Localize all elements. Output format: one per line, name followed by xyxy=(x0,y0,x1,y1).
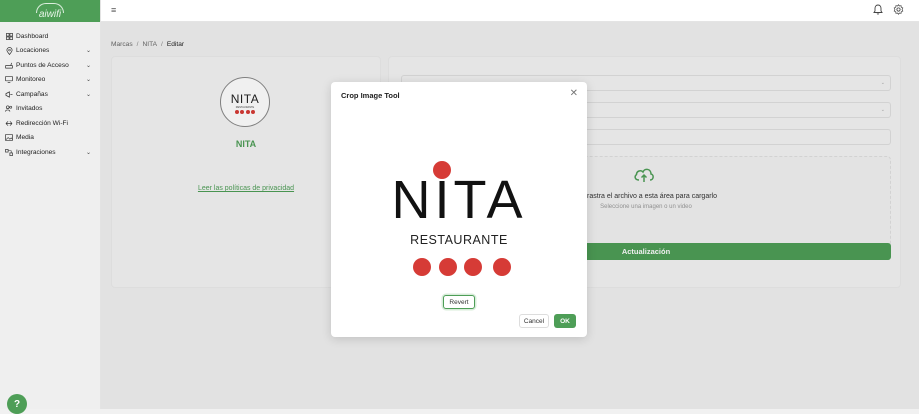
sidebar-item-media[interactable]: Media xyxy=(0,131,100,146)
logo-dot xyxy=(413,258,431,276)
sidebar-item-label: Redirección Wi-Fi xyxy=(16,119,69,127)
sidebar-item-label: Locaciones xyxy=(16,47,50,55)
grid-icon xyxy=(5,32,13,40)
sidebar-item-campanas[interactable]: Campañas ⌄ xyxy=(0,87,100,102)
ok-button[interactable]: OK xyxy=(554,314,576,328)
revert-button[interactable]: Revert xyxy=(443,295,475,309)
logo-dot xyxy=(464,258,482,276)
sidebar-item-label: Integraciones xyxy=(16,148,56,156)
sidebar-nav: Dashboard Locaciones ⌄ Puntos de Acceso … xyxy=(0,29,100,160)
megaphone-icon xyxy=(5,90,13,98)
cancel-button[interactable]: Cancel xyxy=(519,314,549,328)
sidebar-item-label: Media xyxy=(16,134,34,142)
logo-dot xyxy=(439,258,457,276)
crop-logo-word: NITA xyxy=(392,170,527,230)
sidebar-item-invitados[interactable]: Invitados xyxy=(0,102,100,117)
chevron-down-icon: ⌄ xyxy=(85,48,91,55)
access-point-icon xyxy=(5,61,13,69)
monitor-icon xyxy=(5,76,13,84)
sidebar-item-label: Puntos de Acceso xyxy=(16,61,69,69)
crop-logo-sub: RESTAURANTE xyxy=(410,233,508,247)
sidebar-item-puntos-de-acceso[interactable]: Puntos de Acceso ⌄ xyxy=(0,58,100,73)
bell-icon[interactable] xyxy=(873,4,883,17)
logo-dot xyxy=(493,258,511,276)
topbar: ≡ xyxy=(101,0,919,22)
chevron-down-icon: ⌄ xyxy=(85,91,91,98)
crop-image-modal: Crop Image Tool ✕ NITA RESTAURANTE Rever… xyxy=(331,82,587,337)
close-icon[interactable]: ✕ xyxy=(570,88,578,99)
sidebar-item-redireccion-wifi[interactable]: Redirección Wi-Fi xyxy=(0,116,100,131)
redirect-icon xyxy=(5,119,13,127)
location-pin-icon xyxy=(5,46,13,55)
chevron-down-icon: ⌄ xyxy=(85,77,91,84)
sidebar-item-label: Invitados xyxy=(16,105,43,113)
sidebar-item-label: Campañas xyxy=(16,90,48,98)
modal-title: Crop Image Tool xyxy=(341,91,400,100)
chevron-down-icon: ⌄ xyxy=(85,149,91,156)
crop-image-preview[interactable]: NITA RESTAURANTE xyxy=(331,160,587,280)
help-button[interactable]: ? xyxy=(7,394,27,414)
image-icon xyxy=(5,134,13,142)
chevron-down-icon: ⌄ xyxy=(85,62,91,69)
sidebar-item-integraciones[interactable]: Integraciones ⌄ xyxy=(0,145,100,160)
sidebar-item-label: Dashboard xyxy=(16,32,49,40)
menu-icon[interactable]: ≡ xyxy=(111,5,116,15)
sidebar-item-dashboard[interactable]: Dashboard xyxy=(0,29,100,44)
integrations-icon xyxy=(5,148,13,156)
gear-icon[interactable] xyxy=(893,4,904,17)
sidebar-item-label: Monitoreo xyxy=(16,76,46,84)
sidebar-item-locaciones[interactable]: Locaciones ⌄ xyxy=(0,44,100,59)
logo[interactable]: aiwifi xyxy=(0,0,100,22)
sidebar-item-monitoreo[interactable]: Monitoreo ⌄ xyxy=(0,73,100,88)
wifi-arc-icon xyxy=(36,3,64,13)
guests-icon xyxy=(5,105,13,113)
sidebar: aiwifi Dashboard Locaciones ⌄ Puntos de … xyxy=(0,0,101,409)
